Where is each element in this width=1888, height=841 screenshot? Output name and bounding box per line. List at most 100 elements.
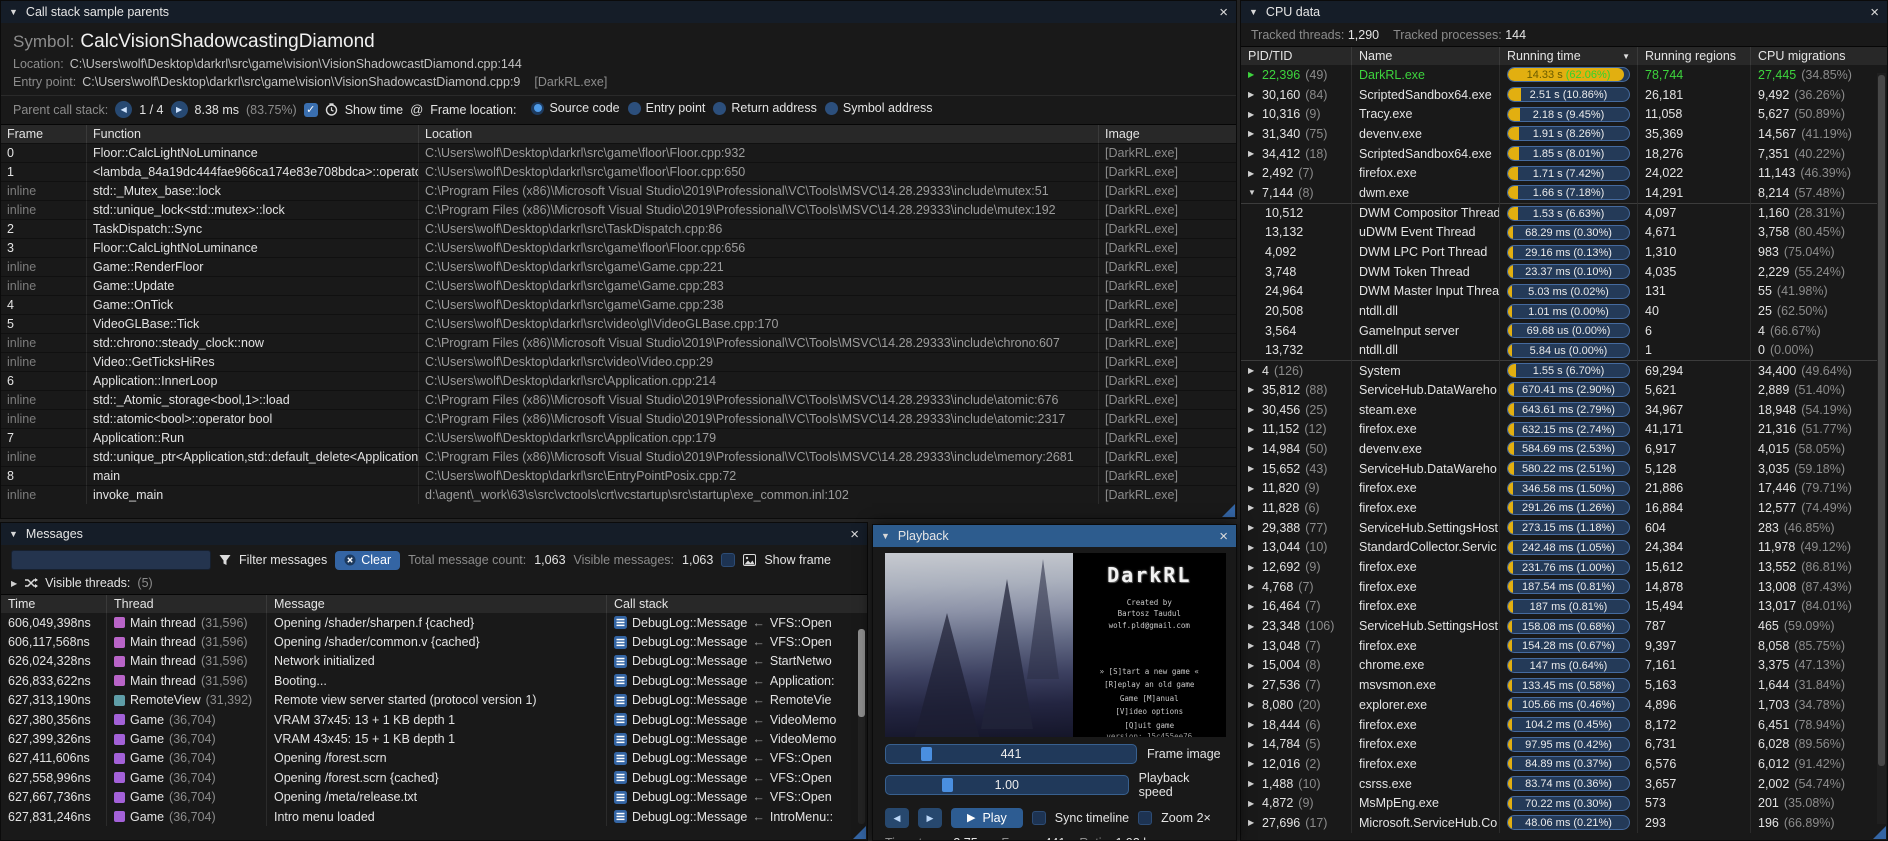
callstack-list-icon[interactable] [614, 791, 627, 804]
expand-tree-icon[interactable]: ▶ [1248, 444, 1257, 453]
process-row[interactable]: ▶11,820(9)firefox.exe346.58 ms (1.50%)21… [1241, 478, 1887, 498]
message-row[interactable]: 606,049,398nsMain thread(31,596)Opening … [1, 613, 867, 632]
expand-tree-icon[interactable]: ▶ [1248, 759, 1257, 768]
scrollbar-thumb[interactable] [858, 629, 865, 717]
close-icon[interactable]: × [1219, 5, 1228, 20]
col-callstack[interactable]: Call stack [606, 595, 861, 613]
expand-tree-icon[interactable]: ▶ [1248, 110, 1257, 119]
col-running-time[interactable]: Running time▼ [1499, 47, 1637, 65]
step-forward-button[interactable]: ▶ [918, 808, 942, 828]
expand-tree-icon[interactable]: ▶ [1248, 720, 1257, 729]
table-row[interactable]: 3Floor::CalcLightNoLuminanceC:\Users\wol… [1, 238, 1236, 257]
resize-grip[interactable] [1873, 826, 1886, 839]
pid-cell[interactable]: ▶31,340(75) [1241, 124, 1351, 144]
table-row[interactable]: 2TaskDispatch::SyncC:\Users\wolf\Desktop… [1, 219, 1236, 238]
process-row[interactable]: 10,512DWM Compositor Thread1.53 s (6.63%… [1241, 203, 1887, 223]
col-image[interactable]: Image [1098, 125, 1237, 143]
zoom-2x-label[interactable]: Zoom 2× [1161, 811, 1211, 825]
pid-cell[interactable]: 3,748 [1241, 262, 1351, 282]
pid-cell[interactable]: ▶15,652(43) [1241, 459, 1351, 479]
message-row[interactable]: 627,558,996nsGame(36,704)Opening /forest… [1, 768, 867, 787]
table-row[interactable]: inlinestd::unique_lock<std::mutex>::lock… [1, 200, 1236, 219]
callstack-table-header[interactable]: Frame Function Location Image [1, 125, 1236, 143]
process-row[interactable]: ▶4,768(7)firefox.exe187.54 ms (0.81%)14,… [1241, 577, 1887, 597]
pid-cell[interactable]: ▶16,464(7) [1241, 597, 1351, 617]
pid-cell[interactable]: ▶34,412(18) [1241, 144, 1351, 164]
collapse-icon[interactable]: ▼ [9, 529, 18, 539]
expand-tree-icon[interactable]: ▶ [1248, 661, 1257, 670]
process-row[interactable]: ▶4,872(9)MsMpEng.exe70.22 ms (0.30%)5732… [1241, 793, 1887, 813]
pid-cell[interactable]: ▶8,080(20) [1241, 695, 1351, 715]
radio-icon[interactable] [531, 102, 544, 115]
process-row[interactable]: ▶23,348(106)ServiceHub.SettingsHost158.0… [1241, 616, 1887, 636]
pid-cell[interactable]: ▶12,692(9) [1241, 557, 1351, 577]
message-row[interactable]: 627,831,246nsGame(36,704)Intro menu load… [1, 807, 867, 826]
callstack-cell[interactable]: DebugLog::Message←VFS::Open [606, 788, 861, 807]
pid-cell[interactable]: ▶29,388(77) [1241, 518, 1351, 538]
process-row[interactable]: 24,964DWM Master Input Threa5.03 ms (0.0… [1241, 282, 1887, 302]
collapse-icon[interactable]: ▼ [881, 531, 890, 541]
collapse-icon[interactable]: ▼ [1249, 7, 1258, 17]
frame-location-radio-source-code[interactable]: Source code [531, 101, 619, 115]
process-row[interactable]: 13,132uDWM Event Thread68.29 ms (0.30%)4… [1241, 223, 1887, 243]
process-row[interactable]: ▶8,080(20)explorer.exe105.66 ms (0.46%)4… [1241, 695, 1887, 715]
col-frame[interactable]: Frame [1, 125, 86, 143]
expand-tree-icon[interactable]: ▶ [1248, 681, 1257, 690]
callstack-cell[interactable]: DebugLog::Message←StartNetwo [606, 652, 861, 671]
pid-cell[interactable]: ▶13,044(10) [1241, 538, 1351, 558]
pid-cell[interactable]: ▶35,812(88) [1241, 380, 1351, 400]
resize-grip[interactable] [1222, 504, 1235, 517]
process-row[interactable]: ▶12,692(9)firefox.exe231.76 ms (1.00%)15… [1241, 557, 1887, 577]
col-cpu-migrations[interactable]: CPU migrations [1750, 47, 1879, 65]
message-row[interactable]: 626,024,328nsMain thread(31,596)Network … [1, 652, 867, 671]
expand-tree-icon[interactable]: ▶ [1248, 523, 1257, 532]
table-row[interactable]: 4Game::OnTickC:\Users\wolf\Desktop\darkr… [1, 295, 1236, 314]
expand-tree-icon[interactable]: ▶ [1248, 464, 1257, 473]
col-pid-tid[interactable]: PID/TID [1241, 47, 1351, 65]
pid-cell[interactable]: 24,964 [1241, 282, 1351, 302]
process-row[interactable]: ▶15,004(8)chrome.exe147 ms (0.64%)7,1613… [1241, 656, 1887, 676]
message-row[interactable]: 627,380,356nsGame(36,704)VRAM 37x45: 13 … [1, 710, 867, 729]
pid-cell[interactable]: ▶22,396(49) [1241, 65, 1351, 85]
process-row[interactable]: ▶13,048(7)firefox.exe154.28 ms (0.67%)9,… [1241, 636, 1887, 656]
col-time[interactable]: Time [1, 595, 106, 613]
table-row[interactable]: 1<lambda_84a19dc444fae966ca174e83e708bdc… [1, 162, 1236, 181]
messages-scrollbar[interactable] [858, 629, 865, 824]
process-row[interactable]: 3,564GameInput server69.68 us (0.00%)64(… [1241, 321, 1887, 341]
col-running-regions[interactable]: Running regions [1637, 47, 1750, 65]
process-row[interactable]: ▶34,412(18)ScriptedSandbox64.exe1.85 s (… [1241, 144, 1887, 164]
show-frame-checkbox[interactable] [721, 553, 735, 567]
close-icon[interactable]: × [850, 527, 859, 542]
expand-tree-icon[interactable]: ▶ [1248, 385, 1257, 394]
expand-tree-icon[interactable]: ▶ [1248, 818, 1257, 827]
callstack-list-icon[interactable] [614, 810, 627, 823]
pid-cell[interactable]: ▶13,048(7) [1241, 636, 1351, 656]
close-icon[interactable]: × [1219, 529, 1228, 544]
process-row[interactable]: ▶30,160(84)ScriptedSandbox64.exe2.51 s (… [1241, 85, 1887, 105]
scrollbar-thumb[interactable] [1878, 75, 1885, 766]
frame-location-radio-symbol-address[interactable]: Symbol address [825, 101, 933, 115]
table-row[interactable]: inlineVideo::GetTicksHiResC:\Users\wolf\… [1, 352, 1236, 371]
messages-table-header[interactable]: Time Thread Message Call stack [1, 595, 867, 613]
collapse-icon[interactable]: ▼ [9, 7, 18, 17]
pid-cell[interactable]: 4,092 [1241, 242, 1351, 262]
callstack-cell[interactable]: DebugLog::Message←VFS::Open [606, 632, 861, 651]
pid-cell[interactable]: ▶11,820(9) [1241, 478, 1351, 498]
process-row[interactable]: 4,092DWM LPC Port Thread29.16 ms (0.13%)… [1241, 242, 1887, 262]
pid-cell[interactable]: 10,512 [1241, 203, 1351, 223]
close-icon[interactable]: × [1870, 5, 1879, 20]
pid-cell[interactable]: ▶11,152(12) [1241, 419, 1351, 439]
callstack-cell[interactable]: DebugLog::Message←VideoMemo [606, 710, 861, 729]
callstack-list-icon[interactable] [614, 655, 627, 668]
callstack-cell[interactable]: DebugLog::Message←VFS::Open [606, 749, 861, 768]
process-row[interactable]: ▶30,456(25)steam.exe643.61 ms (2.79%)34,… [1241, 400, 1887, 420]
col-message[interactable]: Message [266, 595, 606, 613]
process-row[interactable]: ▶35,812(88)ServiceHub.DataWareho670.41 m… [1241, 380, 1887, 400]
callstack-titlebar[interactable]: ▼ Call stack sample parents × [1, 1, 1236, 23]
cpu-table-header[interactable]: PID/TID Name Running time▼ Running regio… [1241, 47, 1887, 65]
clear-button[interactable]: Clear [335, 551, 400, 570]
table-row[interactable]: inlinestd::unique_ptr<Application,std::d… [1, 447, 1236, 466]
process-row[interactable]: ▶18,444(6)firefox.exe104.2 ms (0.45%)8,1… [1241, 715, 1887, 735]
playback-speed-slider[interactable]: 1.00 [885, 775, 1129, 795]
expand-tree-icon[interactable]: ▶ [1248, 602, 1257, 611]
